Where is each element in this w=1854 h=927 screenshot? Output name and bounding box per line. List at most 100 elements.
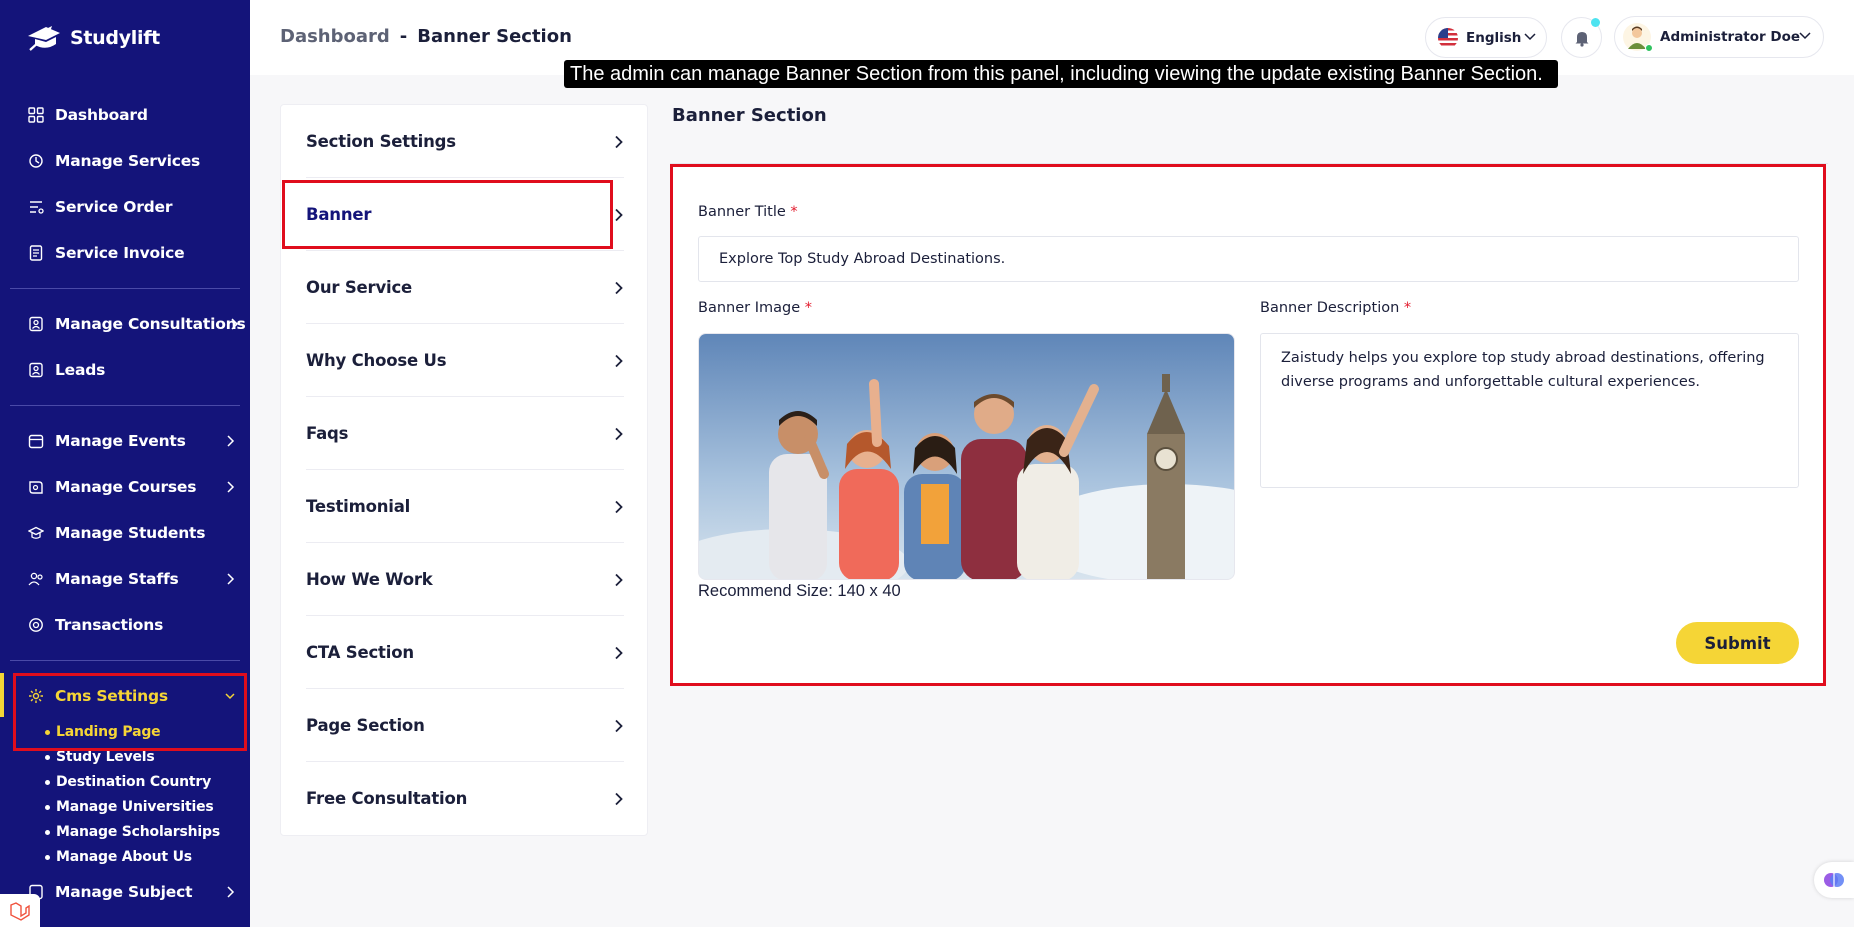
required-mark: * bbox=[790, 204, 798, 220]
sidebar-item-label: Manage Courses bbox=[55, 478, 197, 496]
avatar bbox=[1623, 23, 1653, 52]
menu-item-testimonial[interactable]: Testimonial bbox=[306, 470, 624, 543]
sidebar-item-label: Dashboard bbox=[55, 106, 148, 124]
chevron-right-icon bbox=[615, 792, 623, 806]
chevron-down-icon bbox=[1799, 32, 1811, 40]
sidebar-item-service-invoice[interactable]: Service Invoice bbox=[0, 230, 250, 276]
online-status-dot bbox=[1645, 44, 1653, 52]
user-menu[interactable]: Administrator Doe bbox=[1614, 16, 1824, 58]
notifications-button[interactable] bbox=[1561, 17, 1602, 58]
menu-item-how-we-work[interactable]: How We Work bbox=[306, 543, 624, 616]
submenu-item-destination-country[interactable]: Destination Country bbox=[45, 769, 250, 794]
brain-icon bbox=[1824, 873, 1844, 887]
label-text: Banner Title bbox=[698, 204, 786, 220]
sidebar-item-manage-events[interactable]: Manage Events bbox=[0, 418, 250, 464]
students-icon bbox=[28, 526, 44, 539]
sidebar-item-dashboard[interactable]: Dashboard bbox=[0, 92, 250, 138]
brand-name: Studylift bbox=[70, 27, 160, 49]
staffs-icon bbox=[28, 572, 43, 586]
sidebar-item-label: Manage Events bbox=[55, 432, 186, 450]
sidebar-item-label: Manage Services bbox=[55, 152, 201, 170]
sidebar-item-manage-consultations[interactable]: Manage Consultations bbox=[0, 301, 250, 347]
chevron-right-icon bbox=[227, 435, 235, 447]
chevron-right-icon bbox=[227, 886, 235, 898]
sidebar-item-label: Leads bbox=[55, 361, 106, 379]
menu-item-section-settings[interactable]: Section Settings bbox=[306, 105, 624, 178]
sidebar-item-label: Service Order bbox=[55, 198, 173, 216]
sidebar-item-transactions[interactable]: Transactions bbox=[0, 602, 250, 648]
menu-item-label: Our Service bbox=[306, 277, 413, 297]
submenu-item-manage-universities[interactable]: Manage Universities bbox=[45, 794, 250, 819]
chevron-right-icon bbox=[615, 208, 623, 222]
chevron-right-icon bbox=[615, 719, 623, 733]
dashboard-icon bbox=[28, 107, 44, 123]
brand[interactable]: Studylift bbox=[26, 24, 160, 52]
sidebar-divider bbox=[10, 288, 240, 289]
menu-item-free-consultation[interactable]: Free Consultation bbox=[306, 762, 624, 835]
sidebar-item-service-order[interactable]: Service Order bbox=[0, 184, 250, 230]
banner-image-label: Banner Image * bbox=[698, 300, 812, 316]
banner-description-textarea[interactable]: Zaistudy helps you explore top study abr… bbox=[1260, 333, 1799, 488]
sidebar-item-label: Manage Staffs bbox=[55, 570, 179, 588]
user-name: Administrator Doe bbox=[1660, 29, 1801, 45]
sidebar-item-leads[interactable]: Leads bbox=[0, 347, 250, 393]
sidebar-item-label: Manage Subject bbox=[55, 883, 193, 901]
chevron-right-icon bbox=[615, 573, 623, 587]
chevron-right-icon bbox=[615, 354, 623, 368]
chevron-right-icon bbox=[227, 481, 235, 493]
banner-image-students-photo bbox=[699, 334, 1234, 579]
help-tooltip: The admin can manage Banner Section from… bbox=[564, 60, 1558, 88]
laravel-badge[interactable] bbox=[0, 894, 40, 927]
services-icon bbox=[29, 154, 43, 168]
menu-item-label: CTA Section bbox=[306, 642, 414, 662]
chevron-right-icon bbox=[615, 500, 623, 514]
menu-item-label: How We Work bbox=[306, 569, 433, 589]
menu-item-cta-section[interactable]: CTA Section bbox=[306, 616, 624, 689]
chevron-right-icon bbox=[231, 318, 239, 330]
banner-image-upload[interactable] bbox=[698, 333, 1235, 580]
required-mark: * bbox=[804, 300, 812, 316]
notification-dot bbox=[1591, 18, 1600, 27]
sidebar-item-label: Manage Students bbox=[55, 524, 206, 542]
menu-item-label: Free Consultation bbox=[306, 789, 468, 808]
sidebar-item-manage-staffs[interactable]: Manage Staffs bbox=[0, 556, 250, 602]
transactions-icon bbox=[29, 618, 43, 632]
chevron-right-icon bbox=[615, 281, 623, 295]
menu-item-faqs[interactable]: Faqs bbox=[306, 397, 624, 470]
us-flag-icon bbox=[1438, 27, 1458, 48]
breadcrumb-home[interactable]: Dashboard bbox=[280, 26, 390, 47]
menu-item-our-service[interactable]: Our Service bbox=[306, 251, 624, 324]
submenu-item-manage-scholarships[interactable]: Manage Scholarships bbox=[45, 819, 250, 844]
sidebar-divider bbox=[10, 660, 240, 661]
sidebar-item-manage-students[interactable]: Manage Students bbox=[0, 510, 250, 556]
menu-item-label: Section Settings bbox=[306, 131, 456, 151]
required-mark: * bbox=[1403, 300, 1412, 316]
calendar-icon bbox=[28, 434, 44, 449]
submit-button[interactable]: Submit bbox=[1676, 622, 1799, 664]
highlight-box-cms bbox=[13, 673, 247, 751]
bell-icon bbox=[1575, 31, 1588, 47]
floating-assistant-button[interactable] bbox=[1814, 862, 1854, 898]
sidebar-item-manage-services[interactable]: Manage Services bbox=[0, 138, 250, 184]
chevron-right-icon bbox=[615, 427, 623, 441]
consultation-icon bbox=[29, 316, 43, 332]
banner-title-input[interactable]: Explore Top Study Abroad Destinations. bbox=[698, 236, 1799, 282]
leads-icon bbox=[29, 362, 43, 378]
breadcrumb-separator: - bbox=[399, 26, 408, 47]
label-text: Banner Description bbox=[1260, 300, 1400, 316]
language-selector[interactable]: English bbox=[1425, 17, 1547, 58]
recommended-size-hint: Recommend Size: 140 x 40 bbox=[698, 582, 901, 600]
menu-item-why-choose-us[interactable]: Why Choose Us bbox=[306, 324, 624, 397]
menu-item-page-section[interactable]: Page Section bbox=[306, 689, 624, 762]
sidebar-item-label: Service Invoice bbox=[55, 244, 185, 262]
order-icon bbox=[30, 201, 44, 214]
submenu-item-manage-about-us[interactable]: Manage About Us bbox=[45, 844, 250, 869]
sidebar-item-label: Manage Consultations bbox=[55, 315, 246, 333]
sidebar-nav: Dashboard Manage Services Service Order … bbox=[0, 92, 250, 915]
breadcrumb: Dashboard - Banner Section bbox=[280, 26, 572, 47]
chevron-right-icon bbox=[227, 573, 235, 585]
menu-item-label: Why Choose Us bbox=[306, 350, 447, 370]
chevron-down-icon bbox=[1524, 33, 1536, 41]
sidebar-item-manage-courses[interactable]: Manage Courses bbox=[0, 464, 250, 510]
courses-icon bbox=[29, 481, 43, 494]
